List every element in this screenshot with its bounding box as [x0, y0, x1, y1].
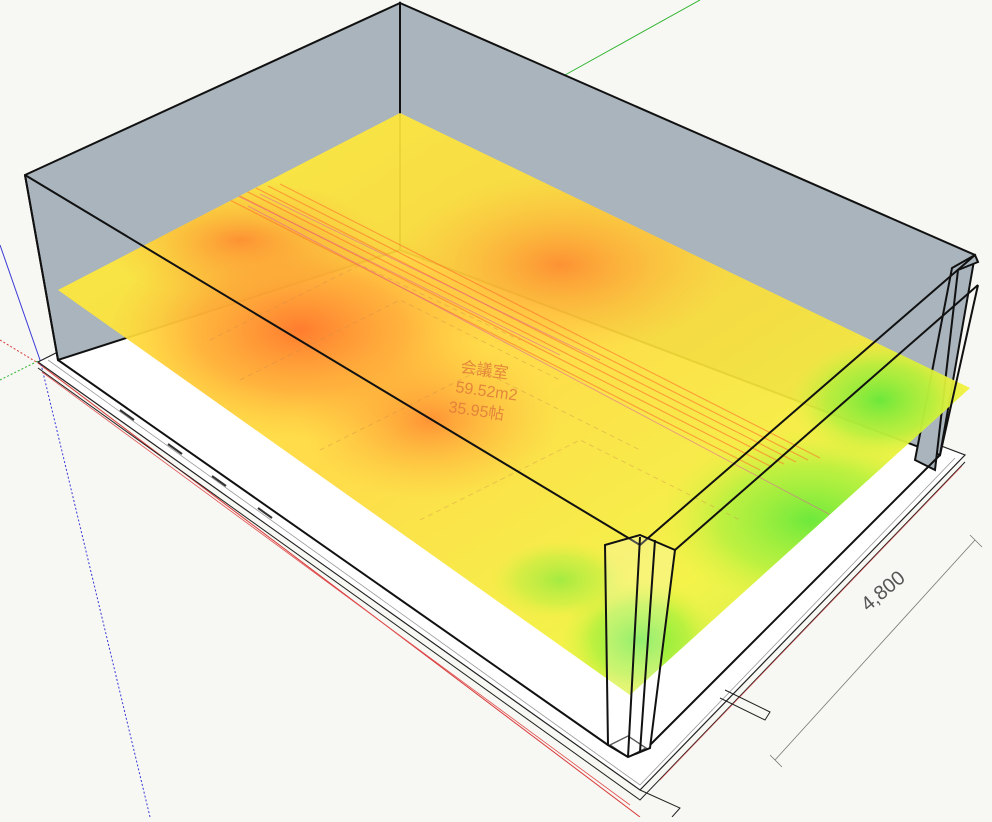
green-axis [564, 0, 701, 76]
3d-viewport[interactable]: 4,800 会議室 59.52m2 35.95帖 [0, 0, 992, 818]
dimension-tick-1 [769, 754, 783, 768]
scene-canvas[interactable]: 4,800 会議室 59.52m2 35.95帖 [0, 0, 992, 818]
dimension-label: 4,800 [857, 567, 909, 616]
blue-axis [0, 244, 41, 361]
dimension-tick-2 [969, 534, 983, 548]
red-axis-dotted [0, 339, 39, 364]
green-axis-dotted [0, 359, 41, 381]
